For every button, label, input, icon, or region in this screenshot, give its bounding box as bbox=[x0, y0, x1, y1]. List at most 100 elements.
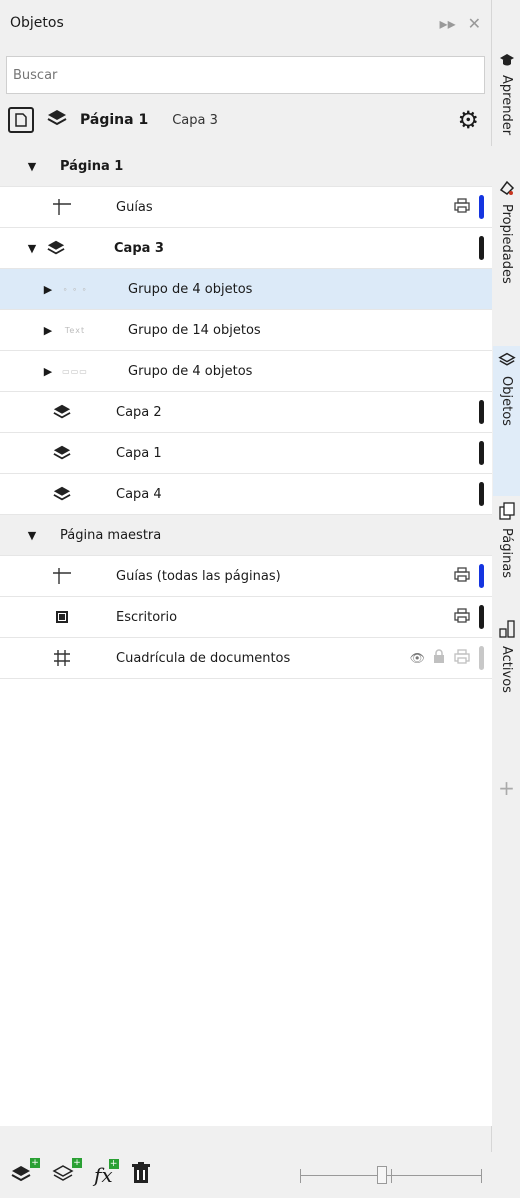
tree-row-label: Escritorio bbox=[116, 609, 178, 625]
row-controls bbox=[453, 597, 484, 637]
desktop-icon bbox=[44, 608, 80, 626]
learn-icon bbox=[499, 52, 515, 71]
expand-triangle-icon[interactable]: ▼ bbox=[22, 242, 42, 255]
pages-icon bbox=[498, 502, 515, 524]
add-badge-icon: + bbox=[108, 1159, 119, 1169]
expand-triangle-icon[interactable]: ▼ bbox=[22, 160, 42, 173]
tree-row-label: Grupo de 4 objetos bbox=[128, 281, 253, 297]
layers-icon bbox=[46, 108, 68, 132]
current-page-name: Página 1 bbox=[80, 112, 149, 128]
side-tabs: Aprender Propiedades Objetos Páginas Activos… bbox=[493, 46, 520, 1198]
group-thumbnail-icon: ∘ ∘ ∘ bbox=[62, 284, 88, 294]
tree-row-label: Grupo de 14 objetos bbox=[128, 322, 261, 338]
tree-row[interactable]: Guías (todas las páginas) bbox=[0, 556, 492, 597]
page-layer-toggle-icon[interactable] bbox=[8, 107, 34, 133]
tree-row-label: Guías bbox=[116, 199, 153, 215]
printer-icon[interactable] bbox=[453, 566, 471, 586]
side-tab-label: Páginas bbox=[499, 528, 514, 579]
row-controls bbox=[479, 228, 484, 268]
row-controls bbox=[479, 392, 484, 432]
tree-row[interactable]: Capa 1 bbox=[0, 433, 492, 474]
tree-row[interactable]: ▶ ∘ ∘ ∘ Grupo de 4 objetos bbox=[0, 269, 492, 310]
tree-row-label: Capa 4 bbox=[116, 486, 162, 502]
side-tab-label: Propiedades bbox=[499, 204, 514, 284]
tree-section-row[interactable]: ▼ Página maestra bbox=[0, 515, 492, 556]
tree-row-label: Capa 1 bbox=[116, 445, 162, 461]
row-controls bbox=[479, 474, 484, 514]
side-tab-objetos[interactable]: Objetos bbox=[493, 346, 520, 496]
row-controls bbox=[453, 187, 484, 227]
printer-icon[interactable] bbox=[453, 648, 471, 668]
layer-color-bar bbox=[479, 564, 484, 588]
gear-icon[interactable]: ⚙ bbox=[457, 106, 479, 134]
layer-icon bbox=[42, 239, 70, 257]
tree-row[interactable]: ▶ ▭▭▭ Grupo de 4 objetos bbox=[0, 351, 492, 392]
layer-icon bbox=[44, 444, 80, 462]
tree-row-label: Grupo de 4 objetos bbox=[128, 363, 253, 379]
tree-row[interactable]: Escritorio bbox=[0, 597, 492, 638]
lock-icon[interactable] bbox=[433, 649, 445, 667]
side-tab-páginas[interactable]: Páginas bbox=[493, 496, 520, 614]
layer-color-bar bbox=[479, 441, 484, 465]
add-tab-icon[interactable]: + bbox=[493, 776, 520, 800]
side-tab-label: Aprender bbox=[499, 75, 514, 136]
layer-color-bar bbox=[479, 400, 484, 424]
group-thumbnail-icon: ▭▭▭ bbox=[62, 366, 88, 376]
printer-icon[interactable] bbox=[453, 197, 471, 217]
panel-titlebar: Objetos ▸▸ ✕ bbox=[0, 0, 491, 46]
side-tab-propiedades[interactable]: Propiedades bbox=[493, 174, 520, 346]
collapse-triangle-icon[interactable]: ▶ bbox=[38, 365, 58, 378]
tree-row[interactable]: ▶ Text Grupo de 14 objetos bbox=[0, 310, 492, 351]
group-thumbnail-icon: Text bbox=[64, 325, 86, 335]
search-input[interactable] bbox=[13, 67, 478, 83]
layer-icon bbox=[44, 403, 80, 421]
row-controls bbox=[479, 433, 484, 473]
tree-row-label: Página 1 bbox=[60, 158, 124, 174]
slider-thumb[interactable] bbox=[377, 1166, 388, 1184]
layer-color-bar bbox=[479, 195, 484, 219]
thumbnail-size-slider[interactable] bbox=[300, 1166, 482, 1184]
printer-icon[interactable] bbox=[453, 607, 471, 627]
tree-row[interactable]: ▼ Capa 3 bbox=[0, 228, 492, 269]
row-controls bbox=[453, 556, 484, 596]
search-box[interactable] bbox=[6, 56, 485, 94]
slider-tick bbox=[300, 1169, 301, 1183]
tree-row[interactable]: Guías bbox=[0, 187, 492, 228]
layer-color-bar bbox=[479, 646, 484, 670]
tree-row[interactable]: Cuadrícula de documentos 👁 bbox=[0, 638, 492, 679]
collapse-icon[interactable]: ▸▸ bbox=[440, 14, 456, 33]
side-tab-activos[interactable]: Activos bbox=[493, 614, 520, 744]
layer-color-bar bbox=[479, 605, 484, 629]
trash-icon[interactable] bbox=[131, 1161, 151, 1189]
guides-icon bbox=[44, 197, 80, 217]
close-icon[interactable]: ✕ bbox=[468, 14, 481, 33]
layer-color-bar bbox=[479, 482, 484, 506]
tree-section-row[interactable]: ▼ Página 1 bbox=[0, 146, 492, 187]
bottom-toolbar: + + fx + bbox=[0, 1152, 492, 1198]
side-tab-label: Activos bbox=[499, 646, 514, 693]
new-effect-icon[interactable]: fx + bbox=[94, 1159, 119, 1187]
add-badge-icon: + bbox=[72, 1157, 82, 1168]
collapse-triangle-icon[interactable]: ▶ bbox=[38, 324, 58, 337]
tree-row-label: Capa 3 bbox=[114, 240, 164, 256]
add-badge-icon: + bbox=[30, 1157, 40, 1168]
layer-icon bbox=[44, 485, 80, 503]
tree-row[interactable]: Capa 4 bbox=[0, 474, 492, 515]
tree-row-label: Capa 2 bbox=[116, 404, 162, 420]
assets-icon bbox=[498, 620, 515, 642]
grid-icon bbox=[44, 648, 80, 668]
current-layer-name: Capa 3 bbox=[172, 112, 218, 128]
new-layer-icon[interactable]: + bbox=[10, 1157, 40, 1189]
hidden-eye-icon[interactable]: 👁 bbox=[410, 651, 425, 665]
tree-row-label: Página maestra bbox=[60, 527, 162, 543]
new-master-layer-icon[interactable]: + bbox=[52, 1157, 82, 1189]
tree-row[interactable]: Capa 2 bbox=[0, 392, 492, 433]
side-tab-aprender[interactable]: Aprender bbox=[493, 46, 520, 174]
tree-row-label: Guías (todas las páginas) bbox=[116, 568, 281, 584]
properties-icon bbox=[499, 180, 515, 200]
guides-icon bbox=[44, 566, 80, 586]
expand-triangle-icon[interactable]: ▼ bbox=[22, 529, 42, 542]
collapse-triangle-icon[interactable]: ▶ bbox=[38, 283, 58, 296]
side-tab-label: Objetos bbox=[499, 376, 514, 426]
page-bar: Página 1 Capa 3 ⚙ bbox=[0, 94, 491, 146]
